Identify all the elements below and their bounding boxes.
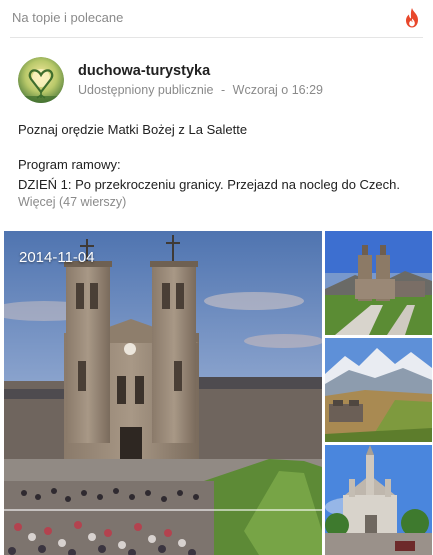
section-header: Na topie i polecane — [0, 0, 433, 36]
thumbnail-mountains[interactable] — [325, 338, 432, 442]
post-meta: Udostępniony publicznie - Wczoraj o 16:2… — [78, 83, 323, 97]
meta-separator: - — [221, 83, 226, 97]
program-label: Program ramowy: — [18, 157, 121, 172]
thumbnail-basilica[interactable] — [325, 231, 432, 335]
section-title: Na topie i polecane — [12, 10, 124, 25]
visibility-label: Udostępniony publicznie — [78, 83, 214, 97]
header-divider — [10, 37, 423, 38]
show-more-link[interactable]: Więcej (47 wierszy) — [18, 195, 126, 209]
timestamp[interactable]: Wczoraj o 16:29 — [233, 83, 323, 97]
program-day-1: DZIEŃ 1: Po przekroczeniu granicy. Przej… — [18, 177, 400, 192]
post-title-line: Poznaj orędzie Matki Bożej z La Salette — [18, 122, 248, 137]
thumbnail-lourdes[interactable] — [325, 445, 432, 555]
photo-gallery: 2014-11-04 — [4, 231, 432, 555]
main-photo[interactable]: 2014-11-04 — [4, 231, 322, 555]
avatar[interactable] — [18, 57, 64, 103]
author-name[interactable]: duchowa-turystyka — [78, 63, 210, 79]
photo-date-label: 2014-11-04 — [19, 249, 95, 266]
flame-icon[interactable] — [403, 8, 421, 28]
